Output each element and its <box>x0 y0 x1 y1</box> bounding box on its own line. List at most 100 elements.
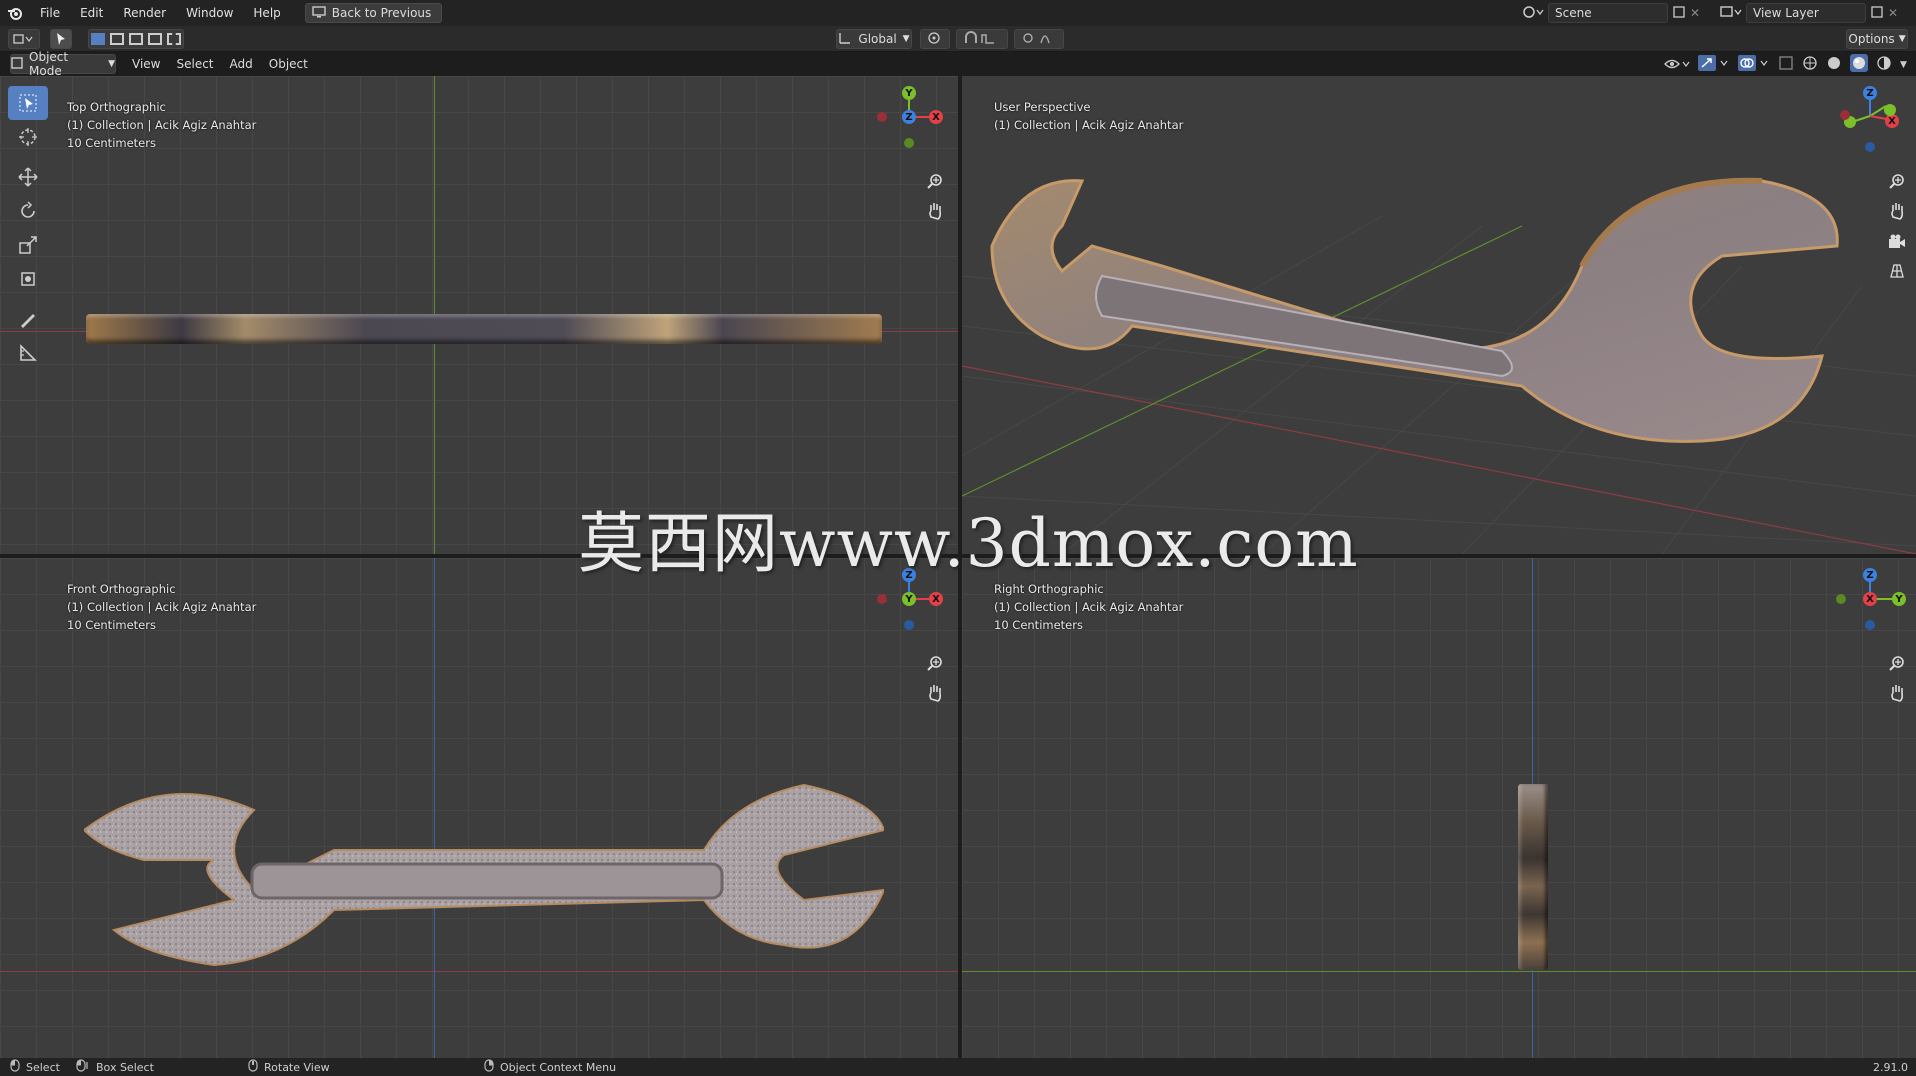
move-tool-icon[interactable] <box>8 160 48 194</box>
status-box-select-label: Box Select <box>96 1060 154 1074</box>
navigation-gizmo[interactable]: Z Y X <box>1830 568 1912 638</box>
toggle-perspective-grid-icon[interactable] <box>1884 258 1910 284</box>
navigation-gizmo[interactable]: Y X Z <box>866 86 946 156</box>
gizmo-neg-z-dot[interactable] <box>904 620 914 630</box>
wrench-front-view <box>82 780 886 974</box>
solid-shading-icon[interactable] <box>1826 55 1842 75</box>
gizmo-toggle-icon[interactable] <box>1698 55 1730 75</box>
viewport-user-perspective[interactable]: User Perspective (1) Collection | Acik A… <box>962 76 1916 554</box>
viewport-top-orthographic[interactable]: Top Orthographic (1) Collection | Acik A… <box>0 76 958 554</box>
gizmo-z-axis[interactable]: Z <box>1863 568 1877 582</box>
zoom-icon[interactable] <box>1884 650 1910 676</box>
material-preview-shading-icon[interactable] <box>1850 54 1868 76</box>
new-view-layer-icon[interactable] <box>1870 5 1884 22</box>
menu-help[interactable]: Help <box>243 0 290 26</box>
gizmo-x-axis[interactable]: X <box>1885 114 1899 128</box>
version-label: 2.91.0 <box>1873 1060 1908 1074</box>
wrench-side-view <box>1518 784 1548 970</box>
shading-options-chevron-icon[interactable]: ▼ <box>1900 60 1907 70</box>
gizmo-neg-x-dot[interactable] <box>1840 110 1850 120</box>
status-rotate-view-label: Rotate View <box>264 1060 330 1074</box>
gizmo-neg-z-dot[interactable] <box>1865 620 1875 630</box>
scale-info: 10 Centimeters <box>67 618 156 632</box>
object-mode-label: Object Mode <box>29 50 69 78</box>
select-intersect-icon[interactable] <box>166 33 181 45</box>
gizmo-y-axis[interactable]: Y <box>902 592 916 606</box>
overlays-toggle-icon[interactable] <box>1738 55 1770 75</box>
gizmo-x-axis[interactable]: X <box>929 110 943 124</box>
new-scene-icon[interactable] <box>1672 5 1686 22</box>
view-layer-field[interactable]: View Layer <box>1746 3 1866 23</box>
menu-add[interactable]: Add <box>222 52 261 76</box>
menu-edit[interactable]: Edit <box>70 0 113 26</box>
annotate-tool-icon[interactable] <box>8 302 48 336</box>
editor-type-button[interactable] <box>8 29 40 49</box>
menu-object[interactable]: Object <box>261 52 316 76</box>
select-box-tool-icon[interactable] <box>8 86 48 120</box>
wireframe-shading-icon[interactable] <box>1802 55 1818 75</box>
gizmo-neg-x-dot[interactable] <box>877 112 887 122</box>
transform-tool-icon[interactable] <box>8 262 48 296</box>
magnet-icon <box>964 30 1000 48</box>
wrench-top-view <box>86 314 882 344</box>
menu-view[interactable]: View <box>124 52 168 76</box>
rendered-shading-icon[interactable] <box>1876 55 1892 75</box>
back-to-previous-button[interactable]: Back to Previous <box>304 3 443 23</box>
gizmo-x-axis[interactable]: X <box>1863 592 1877 606</box>
selection-mode-buttons[interactable] <box>88 29 184 49</box>
zoom-icon[interactable] <box>922 168 948 194</box>
gizmo-neg-x-dot[interactable] <box>877 594 887 604</box>
gizmo-x-axis[interactable]: X <box>929 592 943 606</box>
pan-hand-icon[interactable] <box>1884 680 1910 706</box>
tool-select-icon[interactable] <box>50 29 72 49</box>
collection-info: (1) Collection | Acik Agiz Anahtar <box>67 118 257 132</box>
menu-window[interactable]: Window <box>176 0 243 26</box>
gizmo-y-axis[interactable]: Y <box>1892 592 1906 606</box>
visibility-eye-icon[interactable] <box>1664 56 1690 75</box>
select-new-icon[interactable] <box>91 33 106 45</box>
proportional-editing-dropdown[interactable] <box>1014 29 1064 49</box>
pivot-point-dropdown[interactable] <box>920 29 950 49</box>
zoom-icon[interactable] <box>922 650 948 676</box>
status-box-select: Box Select <box>76 1059 154 1075</box>
remove-scene-icon[interactable]: ✕ <box>1690 6 1700 20</box>
navigation-gizmo[interactable]: Z X <box>1830 86 1912 156</box>
view-layer-icon[interactable] <box>1720 4 1742 23</box>
scale-tool-icon[interactable] <box>8 228 48 262</box>
viewport-info-overlay: Top Orthographic (1) Collection | Acik A… <box>67 98 256 152</box>
transform-orientation-dropdown[interactable]: Global ▼ <box>836 29 912 49</box>
gizmo-z-axis[interactable]: Z <box>902 110 916 124</box>
gizmo-neg-y-dot[interactable] <box>904 138 914 148</box>
blender-logo-icon[interactable] <box>0 0 30 26</box>
viewport-front-orthographic[interactable]: Front Orthographic (1) Collection | Acik… <box>0 558 958 1058</box>
gizmo-y-axis[interactable]: Y <box>902 86 916 100</box>
gizmo-y-axis[interactable] <box>1884 104 1896 116</box>
camera-view-icon[interactable] <box>1884 229 1910 255</box>
snapping-dropdown[interactable] <box>956 29 1008 49</box>
select-subtract-icon[interactable] <box>128 33 143 45</box>
scene-name-field[interactable]: Scene <box>1548 3 1668 23</box>
gizmo-neg-z-dot[interactable] <box>1865 142 1875 152</box>
zoom-icon[interactable] <box>1884 168 1910 194</box>
viewport-title: User Perspective <box>994 100 1091 114</box>
menu-file[interactable]: File <box>30 0 70 26</box>
select-extend-icon[interactable] <box>110 33 125 45</box>
options-dropdown[interactable]: Options ▼ <box>1846 29 1908 49</box>
menu-render[interactable]: Render <box>113 0 176 26</box>
gizmo-z-axis[interactable]: Z <box>1863 86 1877 100</box>
cursor-tool-icon[interactable] <box>8 120 48 154</box>
remove-view-layer-icon[interactable]: ✕ <box>1888 6 1898 20</box>
menu-select[interactable]: Select <box>168 52 221 76</box>
pan-hand-icon[interactable] <box>922 198 948 224</box>
viewport-right-orthographic[interactable]: Right Orthographic (1) Collection | Acik… <box>962 558 1916 1058</box>
pan-hand-icon[interactable] <box>922 680 948 706</box>
measure-tool-icon[interactable] <box>8 336 48 370</box>
viewport-shading-header: ▼ <box>1664 54 1907 76</box>
xray-toggle-icon[interactable] <box>1778 55 1794 75</box>
select-difference-icon[interactable] <box>147 33 162 45</box>
object-mode-dropdown[interactable]: Object Mode ▼ <box>10 50 116 78</box>
gizmo-neg-y-dot[interactable] <box>1836 594 1846 604</box>
pan-hand-icon[interactable] <box>1884 198 1910 224</box>
scene-icon[interactable] <box>1522 4 1544 23</box>
rotate-tool-icon[interactable] <box>8 194 48 228</box>
